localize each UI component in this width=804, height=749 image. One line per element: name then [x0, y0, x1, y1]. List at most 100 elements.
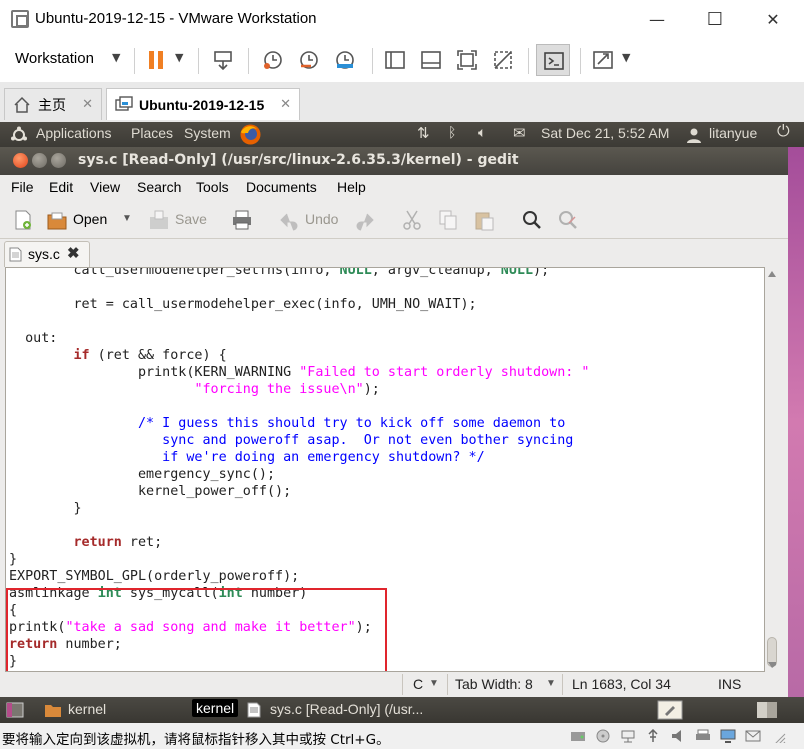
desktop-background — [788, 147, 804, 697]
gedit-maximize-button[interactable] — [51, 153, 66, 168]
full-screen-icon[interactable] — [456, 49, 478, 71]
chevron-down-icon[interactable]: ▼ — [175, 51, 183, 64]
gedit-close-button[interactable] — [13, 153, 28, 168]
network-adapter-icon[interactable] — [620, 729, 636, 743]
code-editor[interactable]: call_usermodehelper_setfns(info, NULL, a… — [5, 267, 765, 672]
close-icon[interactable]: ✕ — [82, 96, 93, 112]
search-replace-icon[interactable] — [557, 209, 579, 231]
vertical-scrollbar[interactable] — [765, 267, 779, 672]
menu-search[interactable]: Search — [137, 179, 181, 195]
cut-icon[interactable] — [401, 209, 423, 231]
resize-grip-icon[interactable] — [770, 729, 786, 743]
workstation-menu[interactable]: Workstation — [15, 50, 94, 67]
clock[interactable]: Sat Dec 21, 5:52 AM — [541, 125, 669, 141]
language-selector[interactable]: C — [413, 676, 423, 692]
menu-view[interactable]: View — [90, 179, 120, 195]
bluetooth-icon[interactable]: ᛒ — [448, 124, 456, 140]
scroll-down-icon[interactable] — [768, 662, 776, 668]
code-line: /* I guess this should try to kick off s… — [9, 415, 589, 432]
cd-drive-icon[interactable] — [595, 729, 611, 743]
undo-button[interactable]: Undo — [305, 211, 338, 227]
code-token: ); — [363, 382, 380, 397]
chevron-down-icon[interactable]: ▼ — [112, 51, 120, 64]
code-line: if we're doing an emergency shutdown? */ — [9, 449, 589, 466]
sound-card-icon[interactable] — [670, 729, 686, 743]
code-token: ret; — [121, 535, 163, 550]
save-button[interactable]: Save — [175, 211, 207, 227]
system-menu[interactable]: System — [184, 125, 231, 141]
tab-home[interactable]: 主页 ✕ — [4, 88, 102, 120]
show-library-icon[interactable] — [384, 49, 406, 71]
redo-icon[interactable] — [354, 209, 376, 231]
revert-snapshot-icon[interactable] — [298, 49, 320, 71]
taskbar-gedit[interactable]: sys.c [Read-Only] (/usr... — [270, 701, 423, 717]
stretch-icon[interactable] — [592, 49, 614, 71]
notes-icon[interactable] — [657, 700, 683, 720]
close-button[interactable]: ✕ — [744, 0, 802, 38]
copy-icon[interactable] — [437, 209, 459, 231]
tooltip: kernel — [192, 699, 239, 717]
menu-tools[interactable]: Tools — [196, 179, 229, 195]
console-view-button[interactable] — [536, 44, 570, 76]
send-keys-icon[interactable] — [212, 49, 234, 71]
tab-width-selector[interactable]: Tab Width: 8 — [455, 676, 533, 692]
undo-icon[interactable] — [278, 209, 300, 231]
chevron-down-icon[interactable]: ▼ — [622, 51, 630, 64]
menu-file[interactable]: File — [11, 179, 34, 195]
open-icon[interactable] — [46, 209, 68, 231]
close-icon[interactable]: ✖ — [67, 244, 80, 262]
divider — [402, 674, 403, 695]
mail-icon[interactable]: ✉ — [513, 124, 526, 142]
user-menu[interactable]: litanyue — [709, 125, 757, 141]
home-icon — [14, 96, 30, 113]
firefox-icon[interactable] — [239, 123, 262, 146]
show-desktop-icon[interactable] — [6, 702, 24, 718]
chevron-down-icon[interactable]: ▼ — [122, 213, 132, 224]
scroll-up-icon[interactable] — [768, 271, 776, 277]
power-icon[interactable]: ⏻ — [777, 123, 790, 141]
maximize-button[interactable]: ☐ — [686, 0, 744, 38]
menu-documents[interactable]: Documents — [246, 179, 317, 195]
close-icon[interactable]: ✕ — [280, 96, 291, 112]
open-button[interactable]: Open — [73, 211, 107, 227]
thumbnail-icon[interactable] — [420, 49, 442, 71]
workspace-switcher-icon[interactable] — [756, 701, 778, 719]
taskbar-kernel[interactable]: kernel — [68, 701, 106, 717]
code-token: out: — [9, 331, 58, 346]
save-icon[interactable] — [148, 209, 170, 231]
code-line: return ret; — [9, 534, 589, 551]
hard-disk-icon[interactable] — [570, 729, 586, 743]
tab-ubuntu-vm[interactable]: Ubuntu-2019-12-15 ✕ — [106, 88, 300, 120]
document-tab-sys-c[interactable]: sys.c ✖ — [4, 241, 90, 267]
new-document-icon[interactable] — [12, 209, 34, 231]
volume-icon[interactable]: 🔈︎ — [478, 124, 486, 141]
document-tab-bar: sys.c ✖ — [0, 239, 788, 267]
snapshot-icon[interactable] — [262, 49, 284, 71]
chevron-down-icon[interactable]: ▼ — [429, 678, 439, 689]
display-icon[interactable] — [720, 729, 736, 743]
code-token: printk(KERN_WARNING — [9, 365, 300, 380]
network-icon[interactable]: ⇅ — [417, 124, 430, 142]
usb-icon[interactable] — [645, 729, 661, 743]
chevron-down-icon[interactable]: ▼ — [546, 678, 556, 689]
minimize-button[interactable]: — — [628, 0, 686, 38]
paste-icon[interactable] — [473, 209, 495, 231]
search-icon[interactable] — [521, 209, 543, 231]
code-token: sync and poweroff asap. Or not even both… — [9, 433, 574, 448]
divider — [198, 48, 199, 74]
unity-icon[interactable] — [492, 49, 514, 71]
gedit-minimize-button[interactable] — [32, 153, 47, 168]
places-menu[interactable]: Places — [131, 125, 173, 141]
menu-edit[interactable]: Edit — [49, 179, 73, 195]
menu-help[interactable]: Help — [337, 179, 366, 195]
gedit-title-bar: sys.c [Read-Only] (/usr/src/linux-2.6.35… — [0, 147, 788, 175]
message-icon[interactable] — [745, 729, 761, 743]
applications-menu[interactable]: Applications — [36, 125, 112, 141]
divider — [134, 48, 135, 74]
snapshot-manager-icon[interactable] — [334, 49, 356, 71]
pause-icon[interactable] — [146, 49, 168, 71]
print-icon[interactable] — [231, 209, 253, 231]
printer-icon[interactable] — [695, 729, 711, 743]
